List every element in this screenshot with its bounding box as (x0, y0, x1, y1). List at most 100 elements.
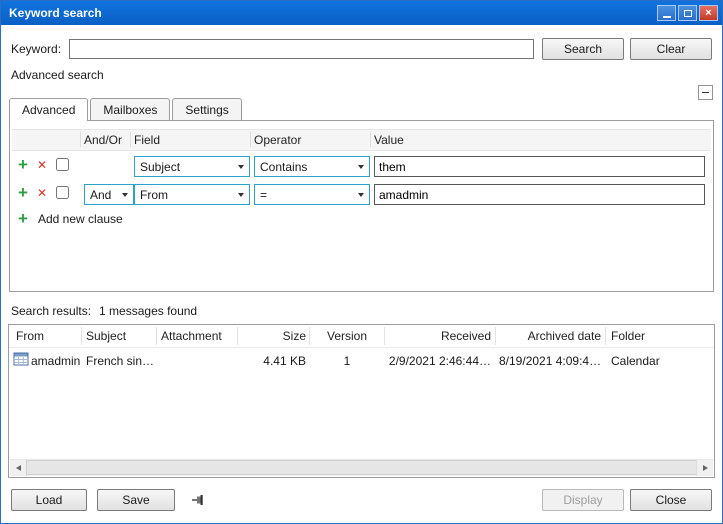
column-header-version[interactable]: Version (312, 329, 382, 343)
clause-value-input[interactable] (374, 156, 705, 177)
column-separator (250, 132, 251, 147)
save-button[interactable]: Save (97, 489, 175, 511)
results-table: From Subject Attachment Size Version Rec… (8, 324, 715, 478)
collapse-icon (702, 92, 709, 93)
cell-folder: Calendar (611, 354, 660, 368)
tab-bar: Advanced Mailboxes Settings (9, 98, 714, 120)
field-select-value: From (135, 188, 238, 202)
andor-select-value: And (85, 188, 122, 202)
cell-archived-date: 8/19/2021 4:09:4… (499, 354, 601, 368)
column-header-archived-date[interactable]: Archived date (499, 329, 601, 343)
results-table-header: From Subject Attachment Size Version Rec… (9, 325, 714, 348)
column-header-field: Field (134, 133, 160, 147)
window-controls: × (655, 5, 718, 21)
column-header-value: Value (374, 133, 404, 147)
cell-version: 1 (312, 354, 382, 368)
tab-settings[interactable]: Settings (172, 98, 241, 120)
operator-select[interactable]: Contains (254, 156, 370, 177)
column-separator (130, 132, 131, 147)
search-results-count: 1 messages found (99, 304, 197, 318)
close-icon: × (705, 8, 711, 19)
clause-row: + ✕ And From = (10, 183, 713, 207)
tab-label: Settings (185, 103, 228, 117)
chevron-down-icon (238, 165, 244, 169)
operator-select[interactable]: = (254, 184, 370, 205)
column-separator (309, 327, 310, 345)
window-title: Keyword search (9, 6, 655, 20)
results-summary: Search results: 1 messages found (11, 304, 712, 318)
maximize-icon (684, 10, 692, 17)
chevron-down-icon (122, 193, 128, 197)
add-clause-icon[interactable]: + (18, 183, 28, 203)
minimize-icon (663, 16, 671, 18)
column-separator (81, 327, 82, 345)
search-button[interactable]: Search (542, 38, 624, 60)
clause-value-input[interactable] (374, 184, 705, 205)
clause-grid: And/Or Field Operator Value + ✕ Subject … (10, 129, 713, 291)
column-header-folder[interactable]: Folder (611, 329, 645, 343)
column-header-from[interactable]: From (16, 329, 44, 343)
tab-label: Mailboxes (103, 103, 157, 117)
field-select[interactable]: From (134, 184, 250, 205)
tab-label: Advanced (22, 103, 75, 117)
column-header-size[interactable]: Size (239, 329, 306, 343)
clause-checkbox[interactable] (56, 158, 69, 171)
column-header-attachment[interactable]: Attachment (161, 329, 222, 343)
column-separator (237, 327, 238, 345)
pin-icon[interactable] (191, 492, 207, 508)
andor-select[interactable]: And (84, 184, 134, 205)
titlebar[interactable]: Keyword search × (1, 1, 722, 25)
chevron-down-icon (358, 193, 364, 197)
operator-select-value: = (255, 188, 358, 202)
cell-from: amadmin (31, 354, 80, 368)
cell-subject: French sin… (86, 354, 154, 368)
keyword-search-row: Keyword: Search Clear (11, 38, 712, 60)
add-clause-icon: + (18, 209, 28, 229)
column-separator (370, 132, 371, 147)
footer-bar: Load Save Display Close (11, 489, 712, 511)
clause-grid-header: And/Or Field Operator Value (12, 129, 711, 151)
column-header-subject[interactable]: Subject (86, 329, 126, 343)
clear-button[interactable]: Clear (630, 38, 712, 60)
column-separator (156, 327, 157, 345)
close-button[interactable]: Close (630, 489, 712, 511)
delete-clause-icon[interactable]: ✕ (37, 186, 47, 200)
display-button[interactable]: Display (542, 489, 624, 511)
scroll-left-button[interactable] (10, 460, 27, 476)
calendar-icon (13, 351, 29, 367)
field-select[interactable]: Subject (134, 156, 250, 177)
horizontal-scrollbar[interactable] (10, 459, 713, 476)
keyword-input[interactable] (69, 39, 534, 59)
add-clause-icon[interactable]: + (18, 155, 28, 175)
column-header-andor: And/Or (84, 133, 122, 147)
operator-select-value: Contains (255, 160, 358, 174)
maximize-button[interactable] (678, 5, 697, 21)
tab-advanced[interactable]: Advanced (9, 98, 88, 120)
column-header-received[interactable]: Received (387, 329, 491, 343)
clause-checkbox[interactable] (56, 186, 69, 199)
cell-size: 4.41 KB (239, 354, 306, 368)
chevron-down-icon (238, 193, 244, 197)
scroll-right-button[interactable] (696, 460, 713, 476)
scrollbar-thumb[interactable] (26, 460, 697, 475)
field-select-value: Subject (135, 160, 238, 174)
column-separator (495, 327, 496, 345)
keyword-search-window: Keyword search × Keyword: Search Clear A… (0, 0, 723, 524)
column-separator (80, 132, 81, 147)
tab-mailboxes[interactable]: Mailboxes (90, 98, 170, 120)
keyword-label: Keyword: (11, 42, 61, 56)
scroll-right-icon (703, 465, 708, 471)
advanced-search-label: Advanced search (11, 68, 712, 82)
minimize-button[interactable] (657, 5, 676, 21)
clause-row: + ✕ Subject Contains (10, 155, 713, 179)
search-results-label: Search results: (11, 304, 91, 318)
column-separator (605, 327, 606, 345)
cell-received: 2/9/2021 2:46:44… (387, 354, 491, 368)
delete-clause-icon[interactable]: ✕ (37, 158, 47, 172)
chevron-down-icon (358, 165, 364, 169)
load-button[interactable]: Load (11, 489, 87, 511)
table-row[interactable]: amadmin French sin… 4.41 KB 1 2/9/2021 2… (9, 351, 714, 371)
scroll-left-icon (16, 465, 21, 471)
close-window-button[interactable]: × (699, 5, 718, 21)
advanced-tab-panel: And/Or Field Operator Value + ✕ Subject … (9, 120, 714, 292)
